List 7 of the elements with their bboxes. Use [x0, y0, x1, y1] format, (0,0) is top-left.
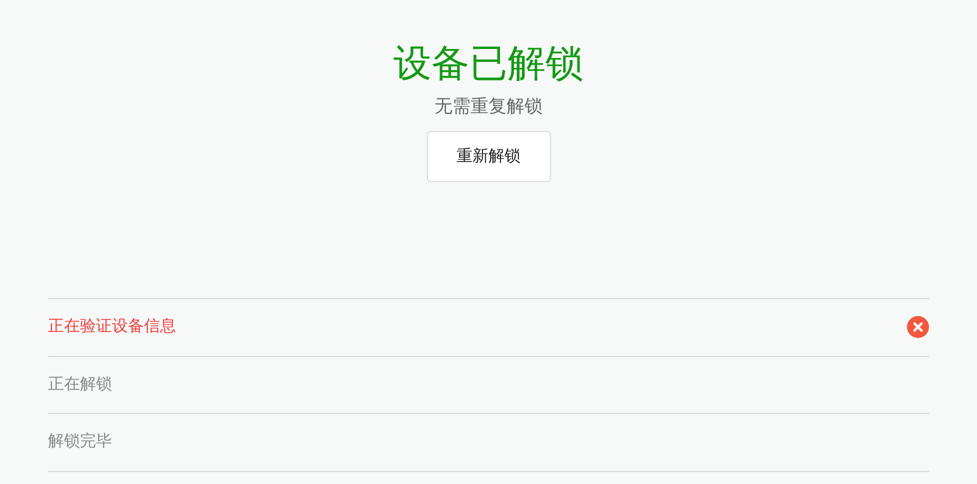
unlock-again-button[interactable]: 重新解锁 — [426, 131, 550, 182]
step-label: 正在验证设备信息 — [48, 317, 176, 338]
error-icon — [907, 316, 929, 338]
status-subtitle: 无需重复解锁 — [434, 95, 542, 118]
step-label: 正在解锁 — [48, 374, 112, 395]
status-title: 设备已解锁 — [394, 42, 584, 87]
step-label: 解锁完毕 — [48, 432, 112, 452]
